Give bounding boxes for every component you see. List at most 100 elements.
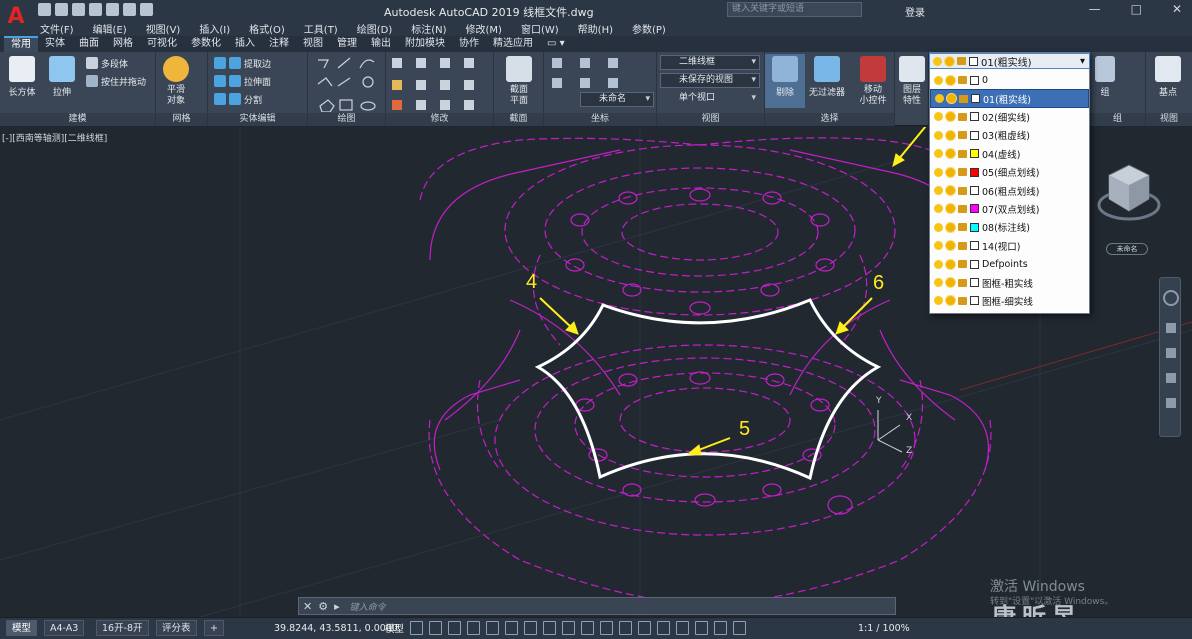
polar-icon[interactable] [505, 621, 519, 635]
showmotion-icon[interactable] [1166, 398, 1176, 408]
undo-icon[interactable] [123, 3, 136, 16]
layer-unlock-icon[interactable] [958, 223, 967, 232]
menu-item[interactable]: 标注(N) [411, 21, 446, 36]
layout-tab[interactable]: 模型 [6, 620, 38, 636]
layer-combo[interactable]: 01(粗实线) ▾ [929, 53, 1090, 69]
transparency-icon[interactable] [600, 621, 614, 635]
layer-thaw-icon[interactable] [946, 186, 955, 196]
layer-item[interactable]: 14(视口) [930, 237, 1089, 255]
ribbon-tab[interactable]: 管理 [330, 36, 364, 52]
viewcube-wcs-label[interactable]: 未命名 [1106, 243, 1148, 255]
saved-view-combo[interactable]: 未保存的视图 [660, 73, 760, 88]
culling-button[interactable]: 剔除 [765, 54, 805, 108]
menu-item[interactable]: 文件(F) [40, 21, 74, 36]
menu-item[interactable]: 编辑(E) [93, 21, 127, 36]
layer-unlock-icon[interactable] [958, 168, 967, 177]
command-prompt-icon[interactable]: ▸ [334, 600, 340, 613]
navigation-bar[interactable] [1159, 277, 1181, 437]
layout-tab[interactable]: 16开-8开 [96, 620, 149, 636]
ribbon-tab[interactable]: 输出 [364, 36, 398, 52]
layer-unlock-icon[interactable] [958, 241, 967, 250]
layer-on-icon[interactable] [934, 112, 943, 122]
layer-on-icon[interactable] [934, 222, 943, 232]
ribbon-tab[interactable]: 附加模块 [398, 36, 452, 52]
menu-item[interactable]: 帮助(H) [578, 21, 613, 36]
infer-icon[interactable] [448, 621, 462, 635]
dynamic-ucs-icon[interactable] [657, 621, 671, 635]
layer-item[interactable]: 05(细点划线) [930, 163, 1089, 181]
viewport-config-combo[interactable]: 单个视口 [660, 91, 760, 106]
object-snap-icon[interactable] [562, 621, 576, 635]
open-icon[interactable] [55, 3, 68, 16]
ribbon-tab[interactable]: 插入 [228, 36, 262, 52]
layer-item[interactable]: 04(虚线) [930, 145, 1089, 163]
ortho-icon[interactable] [486, 621, 500, 635]
maximize-button[interactable]: □ [1131, 2, 1142, 16]
section-plane-button[interactable]: 截面 平面 [499, 56, 539, 107]
layer-unlock-icon[interactable] [958, 204, 967, 213]
layer-properties-button[interactable]: 图层 特性 [892, 56, 932, 107]
layer-thaw-icon[interactable] [946, 167, 955, 177]
extract-edges-button[interactable]: 提取边 [214, 55, 271, 71]
layer-unlock-icon[interactable] [958, 76, 967, 85]
snap-icon[interactable] [429, 621, 443, 635]
gizmo-icon[interactable] [695, 621, 709, 635]
layout-tab[interactable]: 评分表 [156, 620, 197, 636]
pan-icon[interactable] [1166, 323, 1176, 333]
ribbon-tab[interactable]: 网格 [106, 36, 140, 52]
menu-item[interactable]: 绘图(D) [357, 21, 393, 36]
menu-item[interactable]: 工具(T) [304, 21, 338, 36]
command-input[interactable]: 键入命令 [350, 600, 386, 613]
viewcube-icon[interactable] [1094, 155, 1164, 235]
model-space-button[interactable]: 模型 [385, 621, 404, 635]
zoom-icon[interactable] [1166, 348, 1176, 358]
visual-style-combo[interactable]: 二维线框 [660, 55, 760, 70]
layer-thaw-icon[interactable] [946, 149, 955, 159]
layer-thaw-icon[interactable] [946, 241, 955, 251]
ribbon-tab[interactable]: 可视化 [140, 36, 184, 52]
grid-icon[interactable] [410, 621, 424, 635]
ribbon-tab[interactable]: 协作 [452, 36, 486, 52]
save-icon[interactable] [72, 3, 85, 16]
layer-on-icon[interactable] [934, 75, 943, 85]
white-profile[interactable] [534, 298, 882, 481]
box-button[interactable]: 长方体 [2, 56, 42, 98]
close-button[interactable]: ✕ [1172, 2, 1182, 16]
annotation-visibility-icon[interactable] [714, 621, 728, 635]
layer-item[interactable]: 07(双点划线) [930, 200, 1089, 218]
layer-thaw-icon[interactable] [946, 222, 955, 232]
coordinates-readout[interactable]: 39.8244, 43.5811, 0.0000 [274, 623, 398, 634]
layer-item[interactable]: 01(粗实线) [930, 89, 1089, 108]
layer-on-icon[interactable] [934, 241, 943, 251]
autocad-logo-icon[interactable]: A [0, 0, 32, 36]
ribbon-tab[interactable]: 曲面 [72, 36, 106, 52]
base-point-button[interactable]: 基点 [1148, 56, 1188, 98]
redo-icon[interactable] [140, 3, 153, 16]
layer-item[interactable]: 03(粗虚线) [930, 126, 1089, 144]
layer-on-icon[interactable] [935, 94, 944, 104]
modify-tools-icon[interactable] [386, 52, 494, 112]
chevron-down-icon[interactable]: ▾ [1080, 56, 1085, 67]
login-button[interactable]: 登录 [905, 4, 925, 19]
layer-on-icon[interactable] [934, 259, 943, 269]
layer-thaw-icon[interactable] [946, 296, 955, 306]
layer-thaw-icon[interactable] [946, 204, 955, 214]
selection-cycle-icon[interactable] [619, 621, 633, 635]
layer-thaw-icon[interactable] [946, 278, 955, 288]
extrude-faces-button[interactable]: 拉伸面 [214, 73, 271, 89]
layer-on-icon[interactable] [934, 149, 943, 159]
layer-unlock-icon[interactable] [958, 296, 967, 305]
polysolid-button[interactable]: 多段体 [86, 55, 128, 71]
annotation-scale[interactable]: 1:1 / 100% [858, 623, 910, 634]
viewcube[interactable]: 未命名 [1094, 155, 1164, 255]
layer-thaw-icon[interactable] [946, 75, 955, 85]
dynamic-input-icon[interactable] [467, 621, 481, 635]
draw-tools-icon[interactable] [308, 52, 386, 113]
ucs-tools-icon[interactable] [544, 52, 657, 92]
ribbon-tab[interactable]: 实体 [38, 36, 72, 52]
move-gizmo-button[interactable]: 移动 小控件 [853, 56, 893, 107]
layer-unlock-icon[interactable] [958, 149, 967, 158]
menu-item[interactable]: 插入(I) [199, 21, 230, 36]
selection-filter-icon[interactable] [676, 621, 690, 635]
layer-unlock-icon[interactable] [958, 260, 967, 269]
